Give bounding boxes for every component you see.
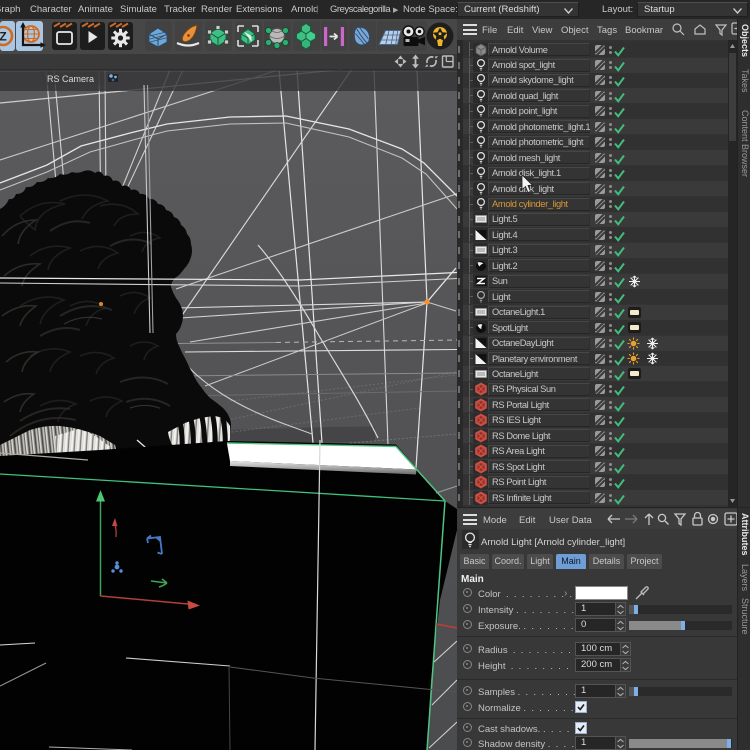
svg-text:Z: Z: [0, 30, 7, 44]
svg-text:RS Camera: RS Camera: [47, 74, 94, 84]
